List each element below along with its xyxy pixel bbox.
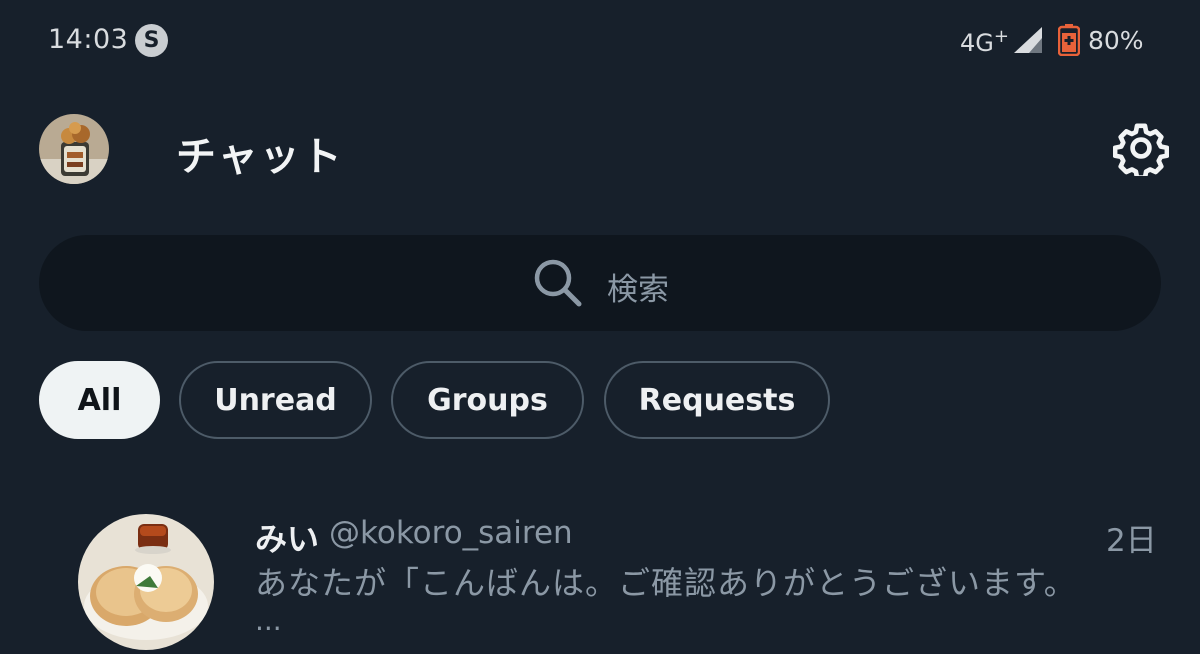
conversation-handle: @kokoro_sairen <box>329 515 573 551</box>
battery-icon <box>1058 24 1080 56</box>
conversation-preview: あなたが「こんばんは。ご確認ありがとうございます。 <box>255 564 1077 602</box>
avatar <box>39 114 109 184</box>
gear-icon <box>1112 123 1170 180</box>
conversation-avatar[interactable] <box>78 514 214 650</box>
filter-chip-requests[interactable]: Requests <box>604 361 830 439</box>
filter-chip-groups[interactable]: Groups <box>391 361 584 439</box>
filter-chip-all[interactable]: All <box>39 361 160 439</box>
network-plus: + <box>993 26 1009 47</box>
search-input[interactable] <box>39 235 1161 331</box>
conversation-time: 2日 <box>1106 523 1157 559</box>
network-label: 4G <box>960 29 994 57</box>
profile-avatar[interactable] <box>39 114 109 184</box>
conversation-name: みい <box>255 520 320 558</box>
search-placeholder: 検索 <box>607 272 669 308</box>
network-type: 4G+ <box>960 26 1009 57</box>
conversation-preview-ellipsis: ... <box>255 604 282 637</box>
status-time: 14:03 <box>48 24 129 55</box>
battery-percent: 80% <box>1088 26 1144 55</box>
page-title: チャット <box>176 134 344 180</box>
app-notification-icon: S <box>135 24 168 57</box>
filter-chip-unread[interactable]: Unread <box>179 361 372 439</box>
status-bar: 14:03 S 4G+ 80% <box>0 0 1200 80</box>
signal-icon <box>1014 27 1042 53</box>
avatar <box>78 514 214 650</box>
chat-screen: 14:03 S 4G+ 80% チャット 検索 All Unread Group… <box>0 0 1200 654</box>
settings-button[interactable] <box>1112 120 1170 180</box>
search-icon <box>534 259 582 307</box>
